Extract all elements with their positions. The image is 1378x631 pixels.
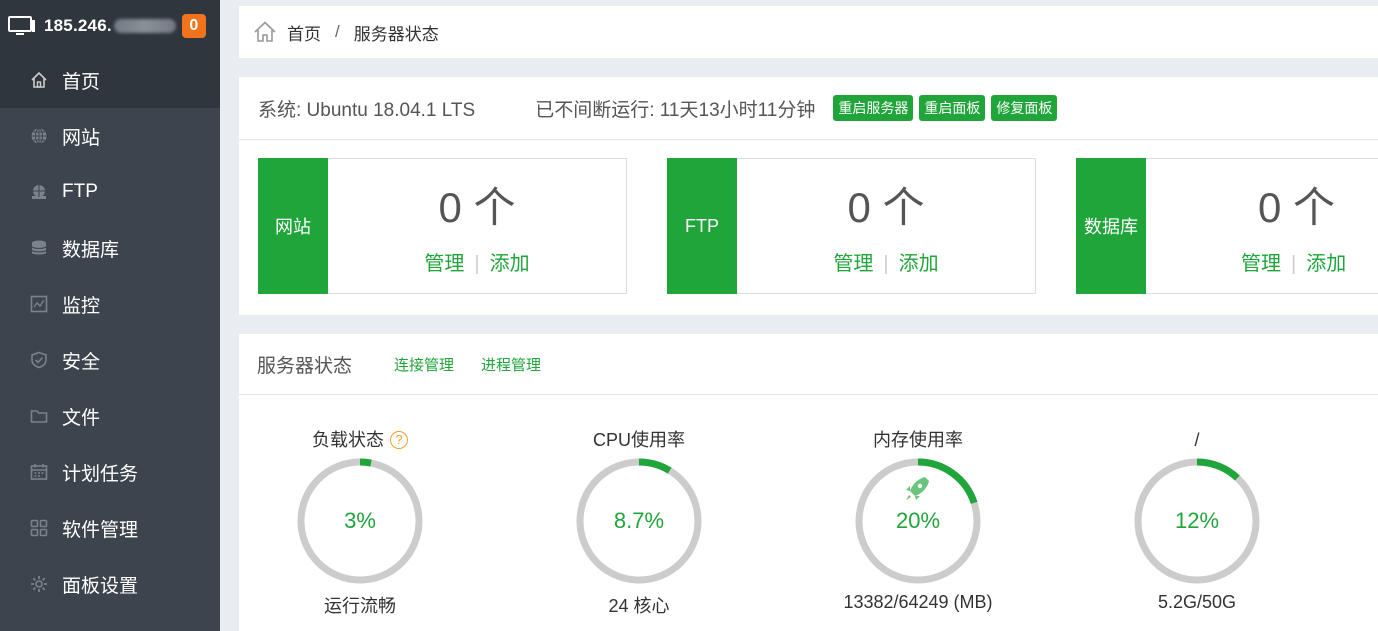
sidebar: 185.246. 0 首页 网站 FTP 数据库 监控 安全 文件 计划任务 软… (0, 0, 220, 631)
sidebar-item-database[interactable]: 数据库 (0, 220, 220, 276)
database-icon (30, 239, 48, 257)
gauge-subtext: 5.2G/50G (1157, 592, 1237, 612)
gauge-subtext: 13382/64249 (MB) (843, 592, 993, 612)
cpu-gauge[interactable]: CPU使用率 8.7% 24 核心 (539, 428, 739, 618)
breadcrumb-separator: / (335, 22, 340, 41)
system-panel: 系统: Ubuntu 18.04.1 LTS 已不间断运行: 11天13小时11… (239, 77, 1378, 315)
globe-icon (30, 127, 48, 145)
gauge-percent: 20% (896, 508, 940, 533)
sidebar-item-label: 安全 (62, 351, 101, 373)
help-icon[interactable]: ? (390, 431, 408, 449)
gauge-label: 内存使用率 (873, 430, 963, 450)
add-link[interactable]: 添加 (899, 253, 939, 275)
breadcrumb-current: 服务器状态 (353, 24, 439, 44)
sidebar-item-label: 网站 (62, 127, 101, 149)
sidebar-item-label: 首页 (62, 71, 101, 93)
system-os: 系统: Ubuntu 18.04.1 LTS (258, 99, 476, 121)
breadcrumb-home-link[interactable]: 首页 (287, 20, 321, 45)
restart-panel-button[interactable]: 重启面板 (919, 95, 986, 121)
sidebar-item-websites[interactable]: 网站 (0, 108, 220, 164)
status-header: 服务器状态 连接管理 进程管理 (239, 334, 1378, 395)
gauge-percent: 8.7% (614, 508, 664, 533)
sidebar-item-home[interactable]: 首页 (0, 52, 220, 108)
sidebar-menu: 首页 网站 FTP 数据库 监控 安全 文件 计划任务 软件管理 面板设置 (0, 52, 220, 612)
card-count: 0 个 (847, 184, 925, 231)
restart-server-button[interactable]: 重启服务器 (833, 95, 914, 121)
server-ip: 185.246. (44, 16, 112, 35)
sidebar-item-security[interactable]: 安全 (0, 332, 220, 388)
card-tag: 网站 (258, 158, 328, 294)
sidebar-item-label: FTP (62, 181, 98, 202)
gauge-subtext: 运行流畅 (324, 596, 396, 616)
card-count: 0 个 (438, 184, 516, 231)
ftp-icon (30, 183, 48, 201)
folder-icon (30, 407, 48, 425)
sidebar-item-ftp[interactable]: FTP (0, 164, 220, 220)
add-link[interactable]: 添加 (1306, 253, 1346, 275)
system-uptime: 已不间断运行: 11天13小时11分钟 (535, 99, 816, 121)
rocket-icon (906, 477, 929, 500)
system-info-row: 系统: Ubuntu 18.04.1 LTS 已不间断运行: 11天13小时11… (239, 77, 1378, 140)
monitor-icon (30, 295, 48, 313)
card-tag: FTP (667, 158, 737, 294)
home-icon (30, 71, 48, 89)
sidebar-item-label: 文件 (62, 407, 101, 429)
gauge-percent: 3% (344, 508, 376, 533)
add-link[interactable]: 添加 (490, 253, 530, 275)
status-title: 服务器状态 (257, 355, 353, 377)
gauge-label: CPU使用率 (592, 430, 685, 450)
sidebar-item-settings[interactable]: 面板设置 (0, 556, 220, 612)
apps-icon (30, 519, 48, 537)
website-card: 网站 0 个 管理 | 添加 (258, 158, 627, 294)
ip-redaction (113, 19, 176, 33)
gauge-ring: 12% (1134, 458, 1260, 584)
home-icon[interactable] (253, 20, 277, 44)
server-status-panel: 服务器状态 连接管理 进程管理 负载状态? 3% 运行流畅 CPU使用率 8.7… (239, 334, 1378, 631)
ftp-card: FTP 0 个 管理 | 添加 (667, 158, 1036, 294)
memory-gauge[interactable]: 内存使用率 20% 13382/64249 (MB) (818, 428, 1018, 613)
gauge-ring: 8.7% (576, 458, 702, 584)
gauge-ring: 20% (855, 458, 981, 584)
connection-manage-link[interactable]: 连接管理 (394, 354, 454, 375)
sidebar-item-label: 软件管理 (62, 519, 139, 541)
process-manage-link[interactable]: 进程管理 (481, 354, 541, 375)
sidebar-item-files[interactable]: 文件 (0, 388, 220, 444)
link-divider: | (474, 253, 480, 275)
manage-link[interactable]: 管理 (833, 253, 873, 275)
notification-badge[interactable]: 0 (181, 14, 206, 38)
manage-link[interactable]: 管理 (424, 253, 464, 275)
card-tag: 数据库 (1076, 158, 1146, 294)
sidebar-item-label: 计划任务 (62, 463, 139, 485)
card-count: 0 个 (1258, 184, 1336, 231)
gauge-label: / (1194, 430, 1200, 450)
link-divider: | (883, 253, 889, 275)
sidebar-item-monitor[interactable]: 监控 (0, 276, 220, 332)
sidebar-item-cron[interactable]: 计划任务 (0, 444, 220, 500)
gauge-percent: 12% (1175, 508, 1219, 533)
sidebar-item-software[interactable]: 软件管理 (0, 500, 220, 556)
repair-panel-button[interactable]: 修复面板 (991, 95, 1058, 121)
disk-gauge[interactable]: / 12% 5.2G/50G (1097, 428, 1297, 613)
server-header: 185.246. 0 (0, 0, 220, 52)
shield-icon (30, 351, 48, 369)
gauge-ring: 3% (297, 458, 423, 584)
gauge-subtext: 24 核心 (608, 596, 670, 616)
calendar-icon (30, 463, 48, 481)
sidebar-item-label: 面板设置 (62, 575, 139, 597)
load-gauge[interactable]: 负载状态? 3% 运行流畅 (260, 428, 460, 618)
computer-icon (8, 16, 35, 35)
manage-link[interactable]: 管理 (1241, 253, 1281, 275)
gear-icon (30, 575, 48, 593)
gauge-label: 负载状态 (312, 430, 384, 450)
sidebar-item-label: 数据库 (62, 239, 120, 261)
summary-cards: 网站 0 个 管理 | 添加 FTP 0 个 管理 | 添加 数据库 0 个 管… (239, 140, 1378, 315)
link-divider: | (1291, 253, 1297, 275)
breadcrumb: 首页 / 服务器状态 (239, 6, 1378, 58)
sidebar-item-label: 监控 (62, 295, 101, 317)
database-card: 数据库 0 个 管理 | 添加 (1076, 158, 1378, 294)
